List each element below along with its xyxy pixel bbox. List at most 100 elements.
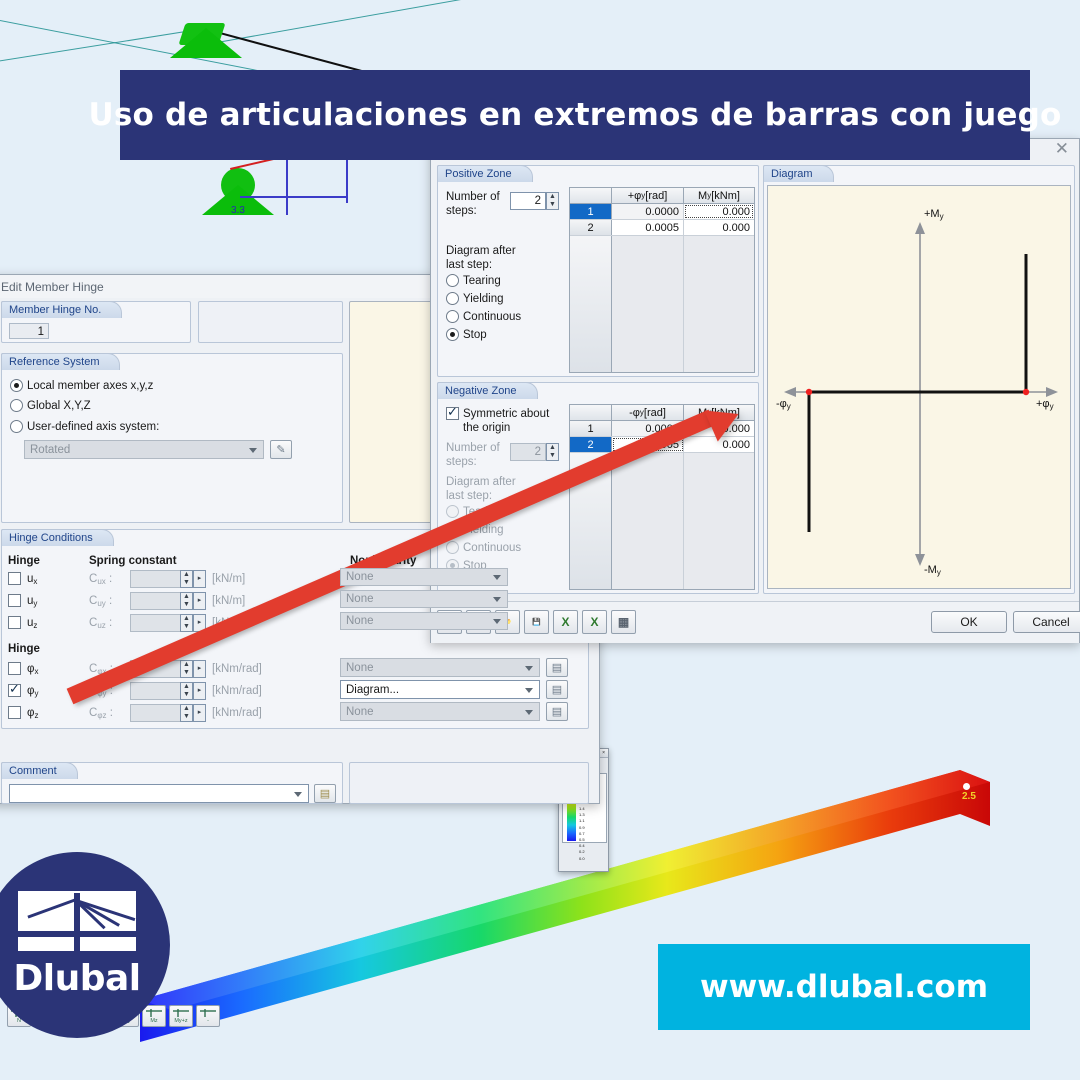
positive-zone-table[interactable]: +φ y [rad] My [kNm] 1 0.0000 0.000 2 0.00… bbox=[569, 187, 755, 373]
neg-row1-index[interactable]: 1 bbox=[570, 421, 612, 436]
label-neg-continuous: Continuous bbox=[463, 542, 522, 554]
spring-sub: φz bbox=[97, 711, 107, 720]
diagram-preview-legend: Diagram bbox=[763, 165, 834, 182]
checkbox-translation-y[interactable] bbox=[8, 594, 21, 607]
toolbar-glyph: 💾 bbox=[532, 619, 541, 626]
neg-row2-index[interactable]: 2 bbox=[570, 437, 612, 452]
hinge-preset-mz-icon[interactable]: Mz bbox=[142, 1005, 166, 1027]
diagram-dialog-close-icon[interactable]: ✕ bbox=[1055, 139, 1069, 159]
table-icon[interactable]: ▦ bbox=[611, 610, 636, 634]
nonlinearity-combo-uy[interactable]: None bbox=[340, 590, 508, 608]
edit-axis-system-button[interactable]: ✎ bbox=[270, 440, 292, 459]
radio-neg-tearing[interactable] bbox=[446, 505, 459, 518]
nonlinearity-edit-button-φz[interactable]: ▤ bbox=[546, 702, 568, 721]
hinge-preset-none-icon[interactable]: - bbox=[196, 1005, 220, 1027]
spring-colon: : bbox=[105, 617, 113, 629]
neg-steps-field[interactable]: 2 bbox=[510, 443, 546, 461]
diagram-label-pos-rotation: +φy bbox=[1036, 398, 1054, 411]
spring-unit-uy: [kN/m] bbox=[212, 595, 246, 607]
preset-glyph bbox=[173, 1008, 189, 1017]
nonlinearity-combo-ux[interactable]: None bbox=[340, 568, 508, 586]
checkbox-translation-x[interactable] bbox=[8, 572, 21, 585]
dof-subscript: y bbox=[34, 689, 39, 698]
spring-spinner-uz[interactable]: ▲ ▼ bbox=[180, 614, 193, 632]
spring-picker-φz[interactable]: ▸ bbox=[193, 704, 206, 722]
checkbox-translation-z[interactable] bbox=[8, 616, 21, 629]
pos-moment-main: +M bbox=[924, 208, 940, 220]
ok-button[interactable]: OK bbox=[931, 611, 1007, 633]
pos-row2-index[interactable]: 2 bbox=[570, 220, 612, 235]
spring-picker-φx[interactable]: ▸ bbox=[193, 660, 206, 678]
checkbox-symmetric-about-origin[interactable] bbox=[446, 405, 459, 420]
spring-picker-ux[interactable]: ▸ bbox=[193, 570, 206, 588]
dlubal-bridge-icon bbox=[18, 891, 136, 951]
pos-steps-field[interactable]: 2 bbox=[510, 192, 546, 210]
dof-subscript: z bbox=[34, 711, 39, 720]
checkbox-rotation-z[interactable] bbox=[8, 706, 21, 719]
comment-legend: Comment bbox=[1, 762, 78, 779]
neg-moment-sub: y bbox=[936, 568, 941, 577]
website-banner[interactable]: www.dlubal.com bbox=[658, 944, 1030, 1030]
spring-spinner-ux[interactable]: ▲ ▼ bbox=[180, 570, 193, 588]
checkbox-rotation-y[interactable] bbox=[8, 682, 21, 697]
radio-neg-continuous[interactable] bbox=[446, 541, 459, 554]
positive-zone-group: Positive Zone Number of steps: 2 ▲ ▼ Diag… bbox=[437, 165, 759, 377]
radio-user-defined-axes[interactable] bbox=[10, 420, 23, 433]
comment-library-button[interactable]: ▤ bbox=[314, 784, 336, 803]
nonlinearity-combo-φz[interactable]: None bbox=[340, 702, 540, 721]
spring-spinner-φx[interactable]: ▲ ▼ bbox=[180, 660, 193, 678]
spring-unit-φz: [kNm/rad] bbox=[212, 707, 262, 719]
spring-spinner-φz[interactable]: ▲ ▼ bbox=[180, 704, 193, 722]
reference-system-group: Reference System Local member axes x,y,z… bbox=[1, 353, 343, 523]
diagram-dialog[interactable]: ✕ Positive Zone Number of steps: 2 ▲ ▼ Di… bbox=[430, 138, 1080, 643]
pos-row2-moment[interactable]: 0.000 bbox=[684, 220, 754, 235]
neg-empty-moment-col bbox=[683, 453, 754, 589]
pos-row1-index[interactable]: 1 bbox=[570, 204, 612, 219]
radio-pos-stop[interactable] bbox=[446, 328, 459, 341]
reference-system-legend: Reference System bbox=[1, 353, 121, 370]
label-dof-translation-x: ux bbox=[27, 572, 37, 589]
spring-spinner-uy[interactable]: ▲ ▼ bbox=[180, 592, 193, 610]
title-banner: Uso de articulaciones en extremos de bar… bbox=[88, 70, 1061, 160]
member-hinge-no-field[interactable]: 1 bbox=[9, 323, 49, 339]
spring-picker-uy[interactable]: ▸ bbox=[193, 592, 206, 610]
table-row[interactable]: 2 0.0005 0.000 bbox=[570, 220, 754, 236]
hinge-preset-myz-icon[interactable]: My+z bbox=[169, 1005, 193, 1027]
member-line-blue bbox=[286, 155, 288, 215]
table-row[interactable]: 1 0.0000 0.000 bbox=[570, 204, 754, 220]
excel-export-icon[interactable]: X bbox=[582, 610, 607, 634]
nonlinearity-combo-uz[interactable]: None bbox=[340, 612, 508, 630]
pos-row1-moment[interactable]: 0.000 bbox=[684, 204, 754, 219]
nonlinearity-edit-button-φy[interactable]: ▤ bbox=[546, 680, 568, 699]
diagram-preview-group: Diagram +My -My +φy -φy bbox=[763, 165, 1075, 594]
radio-pos-yielding[interactable] bbox=[446, 292, 459, 305]
cancel-button[interactable]: Cancel bbox=[1013, 611, 1080, 633]
radio-pos-continuous[interactable] bbox=[446, 310, 459, 323]
pos-moment-sub: y bbox=[939, 212, 944, 221]
label-symmetric-about-origin: Symmetric about the origin bbox=[463, 408, 550, 434]
nonlinearity-combo-φy[interactable]: Diagram... bbox=[340, 680, 540, 699]
radio-global-axes[interactable] bbox=[10, 399, 23, 412]
save-icon[interactable]: 💾 bbox=[524, 610, 549, 634]
pos-th-moment: My [kNm] bbox=[684, 188, 754, 203]
pos-row1-phi[interactable]: 0.0000 bbox=[612, 204, 684, 219]
nonlinearity-combo-φx[interactable]: None bbox=[340, 658, 540, 677]
results-panel-close-icon[interactable]: × bbox=[602, 750, 605, 756]
pos-steps-spinner[interactable]: ▲ ▼ bbox=[546, 192, 559, 210]
radio-pos-tearing[interactable] bbox=[446, 274, 459, 287]
excel-import-icon[interactable]: X bbox=[553, 610, 578, 634]
preset-glyph bbox=[146, 1008, 162, 1017]
radio-local-member-axes[interactable] bbox=[10, 379, 23, 392]
axis-system-combo[interactable]: Rotated bbox=[24, 440, 264, 459]
neg-th-phi-post: [rad] bbox=[643, 406, 666, 419]
spring-spinner-φy[interactable]: ▲ ▼ bbox=[180, 682, 193, 700]
checkbox-rotation-x[interactable] bbox=[8, 662, 21, 675]
diagram-canvas[interactable]: +My -My +φy -φy bbox=[767, 185, 1071, 589]
edit-diagram-icon: ▤ bbox=[551, 684, 563, 696]
nonlinearity-edit-button-φx[interactable]: ▤ bbox=[546, 658, 568, 677]
neg-steps-spinner[interactable]: ▲ ▼ bbox=[546, 443, 559, 461]
pos-row2-phi[interactable]: 0.0005 bbox=[612, 220, 684, 235]
spring-picker-φy[interactable]: ▸ bbox=[193, 682, 206, 700]
dlubal-logo-text: Dlubal bbox=[13, 958, 141, 999]
comment-combo[interactable] bbox=[9, 784, 309, 803]
